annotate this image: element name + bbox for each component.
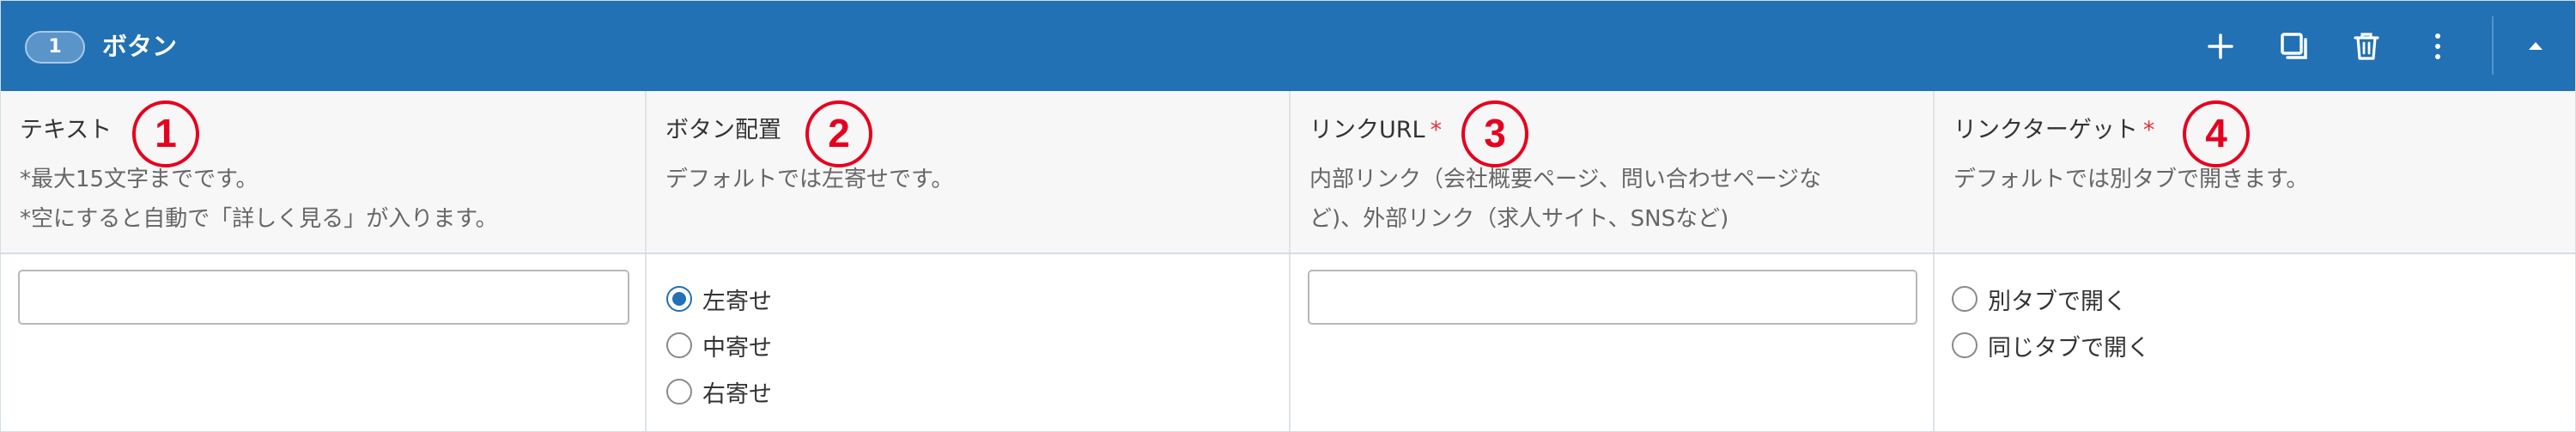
more-vertical-icon[interactable] [2415,23,2461,70]
svg-text:2: 2 [828,111,850,155]
column-header-text: テキスト 1 *最大15文字までです。 *空にすると自動で「詳しく見る」が入りま… [1,91,645,253]
radio-label: 右寄せ [702,380,772,408]
column-description: *最大15文字までです。 *空にすると自動で「詳しく見る」が入ります。 [20,167,498,232]
duplicate-icon[interactable] [2271,23,2318,70]
header-divider [2492,16,2494,75]
column-header-row: テキスト 1 *最大15文字までです。 *空にすると自動で「詳しく見る」が入りま… [1,91,2575,254]
radio-target-new-tab[interactable]: 別タブで開く [1952,280,2127,318]
field-row: 左寄せ 中寄せ 右寄せ 別タブで開く 同じタブで開く [1,254,2575,431]
column-label: テキスト [20,117,112,143]
column-divider [1289,254,1291,431]
block-number-badge: 1 [25,31,85,64]
svg-text:4: 4 [2205,111,2227,155]
radio-button[interactable] [666,379,692,405]
column-divider [1933,254,1935,431]
column-description: 内部リンク（会社概要ページ、問い合わせページな ど)、外部リンク（求人サイト、S… [1309,167,1822,232]
panel-header: 1 ボタン [1,1,2575,91]
radio-align-center[interactable]: 中寄せ [666,326,772,364]
radio-label: 別タブで開く [1988,288,2127,315]
required-mark: * [1430,117,1443,143]
radio-align-left[interactable]: 左寄せ [666,280,772,318]
panel-title: ボタン [102,32,178,61]
radio-button-checked[interactable] [666,286,692,312]
radio-label: 左寄せ [702,288,772,315]
column-header-link-url: リンクURL * 3 内部リンク（会社概要ページ、問い合わせページな ど)、外部リ… [1291,91,1933,253]
column-label: リンクターゲット * [1953,117,2155,143]
svg-text:1: 1 [155,111,177,155]
column-divider [645,254,647,431]
radio-button[interactable] [666,332,692,358]
radio-label: 中寄せ [702,334,772,362]
trash-icon[interactable] [2343,23,2390,70]
column-description: デフォルトでは左寄せです。 [665,167,954,192]
button-text-input[interactable] [18,270,629,325]
link-url-input[interactable] [1308,270,1917,325]
radio-target-same-tab[interactable]: 同じタブで開く [1952,326,2150,364]
radio-button[interactable] [1952,286,1978,312]
required-mark: * [2142,117,2155,143]
plus-icon[interactable] [2197,23,2244,70]
radio-button[interactable] [1952,332,1978,358]
column-header-alignment: ボタン配置 2 デフォルトでは左寄せです。 [647,91,1289,253]
radio-align-right[interactable]: 右寄せ [666,373,772,411]
column-header-link-target: リンクターゲット * 4 デフォルトでは別タブで開きます。 [1935,91,2575,253]
collapse-up-icon[interactable] [2512,23,2559,70]
column-description: デフォルトでは別タブで開きます。 [1953,167,2309,192]
column-label: リンクURL * [1309,117,1443,143]
svg-text:3: 3 [1484,111,1506,155]
column-label: ボタン配置 [665,117,781,143]
radio-label: 同じタブで開く [1988,334,2150,362]
button-settings-panel: 1 ボタン テキスト 1 *最大15文字までです。 *空にすると自動で「詳しく見… [0,0,2576,432]
